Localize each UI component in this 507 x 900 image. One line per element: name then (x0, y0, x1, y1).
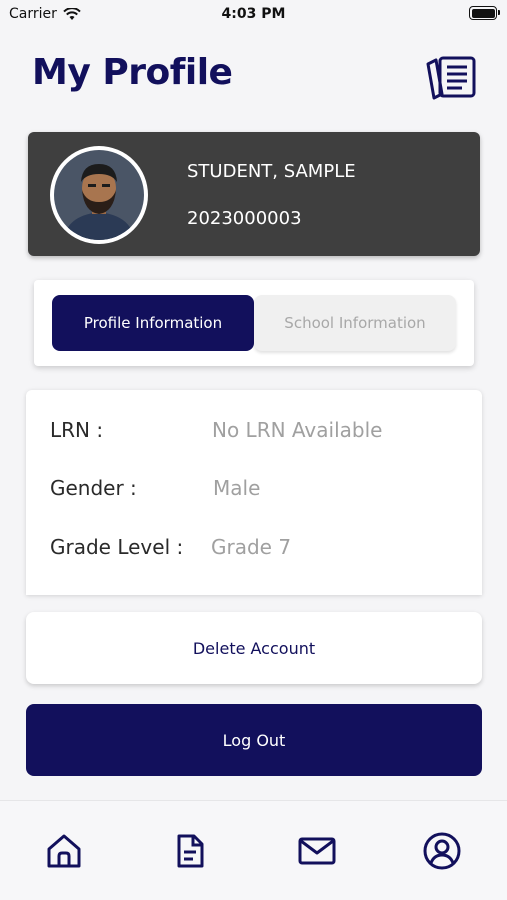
profile-info-card: LRN : No LRN Available Gender : Male Gra… (26, 390, 482, 595)
gender-label: Gender : (50, 476, 137, 500)
nav-profile[interactable] (422, 831, 462, 871)
tab-school-information[interactable]: School Information (254, 295, 456, 351)
grade-value: Grade 7 (211, 535, 292, 559)
tab-label: Profile Information (83, 314, 223, 332)
home-icon (47, 834, 81, 868)
lrn-value: No LRN Available (212, 418, 383, 442)
profile-id: 2023000003 (187, 208, 302, 229)
tabs-card: Profile Information School Information (34, 280, 474, 366)
battery-icon (469, 6, 500, 20)
nav-documents[interactable] (170, 831, 210, 871)
profile-card: STUDENT, SAMPLE 2023000003 (28, 132, 480, 256)
nav-home[interactable] (44, 831, 84, 871)
nav-messages[interactable] (297, 831, 337, 871)
page-title: My Profile (32, 52, 233, 93)
status-time: 4:03 PM (221, 6, 286, 22)
delete-account-button[interactable]: Delete Account (26, 612, 482, 684)
logout-label: Log Out (222, 730, 286, 750)
tab-label: School Information (284, 314, 426, 332)
status-bar: Carrier 4:03 PM (0, 0, 507, 30)
notes-icon[interactable] (424, 54, 478, 100)
avatar (50, 146, 148, 244)
logout-button[interactable]: Log Out (26, 704, 482, 776)
bottom-nav (0, 800, 507, 900)
lrn-label: LRN : (50, 418, 104, 442)
tab-profile-information[interactable]: Profile Information (52, 295, 254, 351)
profile-name: STUDENT, SAMPLE (187, 161, 356, 182)
document-icon (177, 834, 204, 868)
delete-account-label: Delete Account (192, 638, 316, 658)
user-circle-icon (423, 832, 461, 870)
gender-value: Male (213, 476, 261, 500)
mail-icon (298, 837, 336, 865)
grade-label: Grade Level : (50, 535, 184, 559)
